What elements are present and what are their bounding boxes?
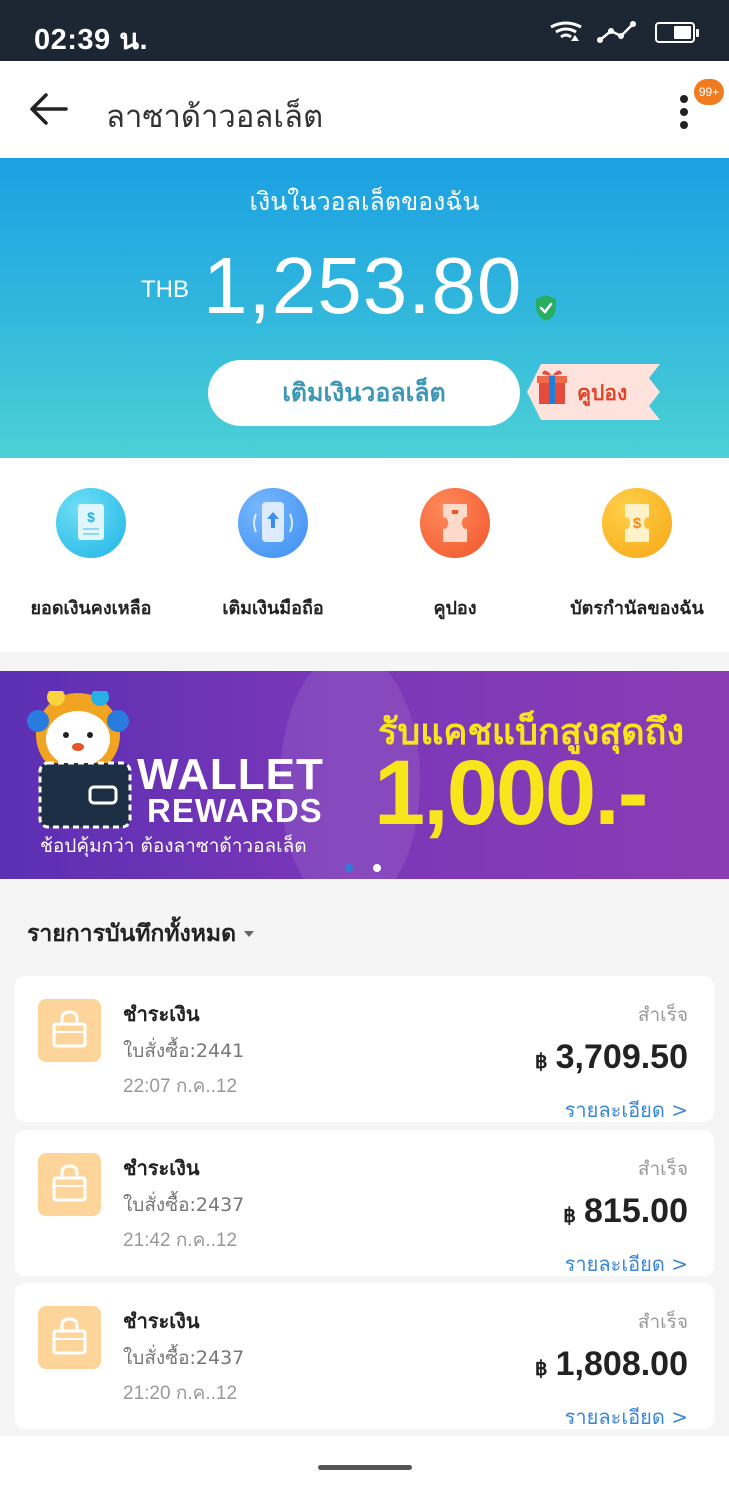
records-filter-dropdown[interactable]: รายการบันทึกทั้งหมด <box>27 916 254 952</box>
transaction-time: 21:20 ก.ค..12 <box>123 1383 238 1404</box>
banner-rewards-title: REWARDS <box>147 792 323 829</box>
transaction-type: ชำระเงิน <box>123 1002 200 1026</box>
shortcut-coupon[interactable]: คูปอง <box>364 458 546 652</box>
app-header: ลาซาด้าวอลเล็ต <box>0 61 729 158</box>
currency-symbol: ฿ <box>534 1051 548 1073</box>
wallet-balance-panel: เงินในวอลเล็ตของฉัน THB 1,253.80 เติมเงิ… <box>0 158 729 458</box>
ticket-icon <box>420 488 490 558</box>
transaction-status: สำเร็จ <box>637 1158 688 1180</box>
transaction-detail-link[interactable]: รายละเอียด > <box>565 1094 688 1126</box>
transaction-amount-value: 1,808.00 <box>555 1345 688 1383</box>
page-title: ลาซาด้าวอลเล็ต <box>106 99 324 135</box>
voucher-icon: $ <box>602 488 672 558</box>
shortcut-label: คูปอง <box>433 598 477 619</box>
svg-text:$: $ <box>87 509 95 525</box>
shield-check-icon <box>536 295 556 321</box>
status-bar: 02:39 น. <box>0 0 729 61</box>
topup-wallet-button[interactable]: เติมเงินวอลเล็ต <box>208 360 520 426</box>
currency-symbol: ฿ <box>563 1205 576 1227</box>
transaction-type: ชำระเงิน <box>123 1156 200 1180</box>
banner-wallet-title: WALLET <box>137 750 324 799</box>
transaction-time: 21:42 ก.ค..12 <box>123 1230 238 1251</box>
battery-icon <box>655 21 699 43</box>
coupon-tag-label[interactable]: คูปอง <box>577 377 627 410</box>
transaction-amount: ฿ 1,808.00 <box>535 1345 688 1384</box>
currency-symbol: ฿ <box>534 1358 548 1380</box>
transaction-amount: ฿ 3,709.50 <box>535 1038 688 1077</box>
status-time: 02:39 น. <box>34 24 149 56</box>
balance-receipt-icon: $ <box>56 488 126 558</box>
transaction-status: สำเร็จ <box>637 1311 688 1333</box>
banner-amount: 1,000.- <box>374 742 648 844</box>
transaction-card[interactable]: ชำระเงิน ใบสั่งซื้อ:2441 22:07 ก.ค..12 ส… <box>15 976 714 1122</box>
shortcut-mobile-topup[interactable]: เติมเงินมือถือ <box>182 458 364 652</box>
wifi-icon <box>550 21 582 41</box>
banner-subtitle: ช้อปคุ้มกว่า ต้องลาซาด้าวอลเล็ต <box>40 835 307 857</box>
back-arrow-icon[interactable] <box>28 91 68 127</box>
banner-dot-active[interactable] <box>373 864 381 872</box>
mobile-topup-icon <box>238 488 308 558</box>
shortcut-voucher[interactable]: $ บัตรกำนัลของฉัน <box>546 458 728 652</box>
shopping-bag-icon <box>38 1153 101 1216</box>
shortcut-label: ยอดเงินคงเหลือ <box>30 598 152 619</box>
transaction-detail-link[interactable]: รายละเอียด > <box>565 1248 688 1280</box>
caret-down-icon <box>244 931 254 937</box>
signal-icon <box>597 21 636 43</box>
mascot-wallet-icon <box>27 691 132 829</box>
transaction-card[interactable]: ชำระเงิน ใบสั่งซื้อ:2437 21:20 ก.ค..12 ส… <box>15 1283 714 1429</box>
shortcut-label: เติมเงินมือถือ <box>222 598 324 619</box>
records-header-label: รายการบันทึกทั้งหมด <box>27 921 236 947</box>
banner-pagination[interactable] <box>345 864 381 872</box>
shortcut-balance[interactable]: $ ยอดเงินคงเหลือ <box>0 458 182 652</box>
transaction-card[interactable]: ชำระเงิน ใบสั่งซื้อ:2437 21:42 ก.ค..12 ส… <box>15 1130 714 1276</box>
status-icons <box>549 20 699 44</box>
shortcut-grid: $ ยอดเงินคงเหลือ เติมเงินมือถือ คูปอง $ … <box>0 458 729 652</box>
transaction-type: ชำระเงิน <box>123 1309 200 1333</box>
transaction-detail-link[interactable]: รายละเอียด > <box>565 1401 688 1433</box>
transaction-amount-value: 815.00 <box>584 1192 688 1230</box>
transaction-order: ใบสั่งซื้อ:2441 <box>123 1040 245 1062</box>
shopping-bag-icon <box>38 999 101 1062</box>
notification-badge: 99+ <box>694 79 724 105</box>
transaction-amount: ฿ 815.00 <box>563 1192 688 1231</box>
currency-label: THB <box>141 276 189 303</box>
svg-text:$: $ <box>633 515 642 532</box>
transaction-status: สำเร็จ <box>637 1004 688 1026</box>
shopping-bag-icon <box>38 1306 101 1369</box>
shortcut-label: บัตรกำนัลของฉัน <box>570 598 704 619</box>
banner-dot[interactable] <box>345 864 353 872</box>
home-indicator[interactable] <box>318 1465 412 1470</box>
wallet-rewards-banner[interactable]: WALLET REWARDS ช้อปคุ้มกว่า ต้องลาซาด้าว… <box>0 671 729 879</box>
transaction-time: 22:07 ก.ค..12 <box>123 1076 238 1097</box>
transaction-order: ใบสั่งซื้อ:2437 <box>123 1194 245 1216</box>
wallet-balance: 1,253.80 <box>203 241 523 330</box>
transaction-amount-value: 3,709.50 <box>555 1038 688 1076</box>
wallet-label: เงินในวอลเล็ตของฉัน <box>249 187 480 216</box>
transaction-order: ใบสั่งซื้อ:2437 <box>123 1347 245 1369</box>
